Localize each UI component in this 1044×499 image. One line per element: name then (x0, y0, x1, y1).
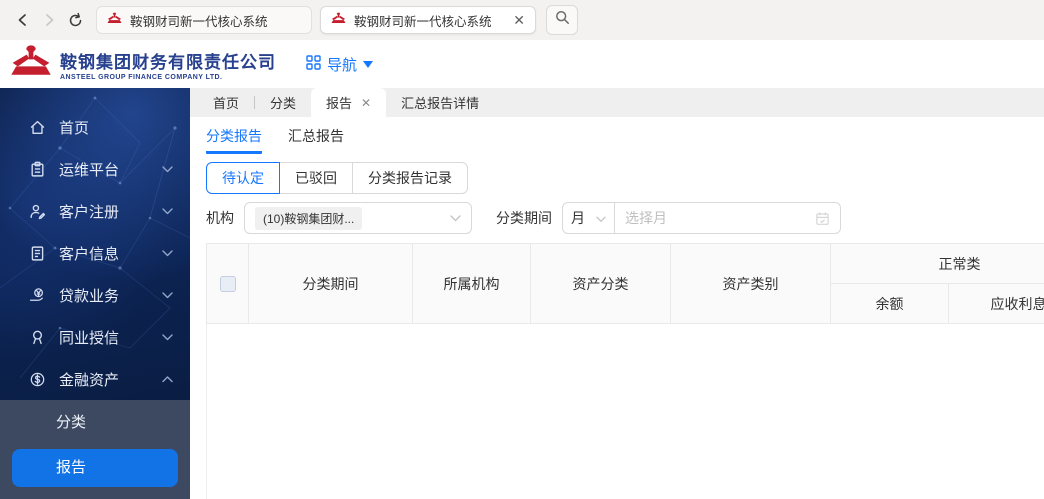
filter-report-records-button[interactable]: 分类报告记录 (352, 162, 468, 194)
page-tab-summary-report-detail[interactable]: 汇总报告详情 (386, 88, 494, 117)
nav-menu-button[interactable]: 导航 (306, 54, 374, 75)
sidebar-item-home[interactable]: 首页 (0, 106, 190, 148)
browser-toolbar: 鞍钢财司新一代核心系统 鞍钢财司新一代核心系统 ✕ (0, 0, 1044, 40)
page-tab-home[interactable]: 首页 (198, 88, 254, 117)
column-header-interest-receivable: 应收利息 (948, 283, 1044, 324)
period-unit-value: 月 (571, 210, 585, 226)
select-all-cell (206, 243, 249, 324)
browser-forward-icon[interactable] (36, 7, 62, 33)
financial-assets-submenu: 分类 报告 (0, 400, 190, 499)
sidebar-item-label: 客户注册 (59, 203, 120, 221)
sidebar-item-customer-register[interactable]: 客户注册 (0, 190, 190, 232)
page-tab-label: 分类 (270, 96, 297, 111)
query-form: 机构 (10)鞍钢集团财... 分类期间 月 选择月 (206, 202, 1044, 234)
column-header-period: 分类期间 (248, 243, 413, 324)
ansteel-logo-icon (107, 12, 122, 28)
subtab-classification-report[interactable]: 分类报告 (206, 126, 262, 154)
page-tab-report[interactable]: 报告 ✕ (311, 88, 387, 117)
page-tab-bar: 首页 分类 报告 ✕ 汇总报告详情 (190, 88, 1044, 117)
sidebar-item-ops-platform[interactable]: 运维平台 (0, 148, 190, 190)
sidebar-item-label: 贷款业务 (59, 287, 120, 305)
column-group-normal-class: 正常类 (830, 243, 1044, 284)
chevron-up-icon (162, 375, 173, 383)
company-logo (10, 44, 52, 85)
org-selected-value: (10)鞍钢集团财... (255, 206, 363, 230)
filter-rejected-button[interactable]: 已驳回 (279, 162, 353, 194)
sidebar-item-customer-info[interactable]: 客户信息 (0, 232, 190, 274)
chevron-down-icon (162, 291, 173, 299)
sidebar-item-loan-business[interactable]: 贷款业务 (0, 274, 190, 316)
content-area: 首页 分类 报告 ✕ 汇总报告详情 分类报告 汇总报告 待认定 已驳回 分类报告… (190, 88, 1044, 499)
sidebar: 首页 运维平台 客户注册 客户信息 贷款业务 同业授信 金融资产 分类 报告 (0, 88, 190, 499)
sidebar-subitem-classification[interactable]: 分类 (0, 401, 190, 445)
browser-back-icon[interactable] (10, 7, 36, 33)
page-tab-classification[interactable]: 分类 (255, 88, 311, 117)
chevron-down-icon (162, 249, 173, 257)
sidebar-item-financial-assets[interactable]: 金融资产 (0, 358, 190, 400)
home-icon (29, 119, 46, 136)
company-name-en: ANSTEEL GROUP FINANCE COMPANY LTD. (60, 73, 223, 81)
app-window: 鞍钢财司新一代核心系统 鞍钢财司新一代核心系统 ✕ 鞍钢集团财务有限责任公司 A… (0, 0, 1044, 499)
app-header: 鞍钢集团财务有限责任公司 ANSTEEL GROUP FINANCE COMPA… (0, 40, 1044, 88)
sidebar-item-label: 运维平台 (59, 161, 120, 179)
browser-tab-title: 鞍钢财司新一代核心系统 (130, 14, 268, 29)
tab-close-icon[interactable]: ✕ (513, 13, 525, 27)
column-header-balance: 余额 (830, 283, 949, 324)
sidebar-item-label: 客户信息 (59, 245, 120, 263)
filter-pending-button[interactable]: 待认定 (206, 162, 280, 194)
report-page-body: 分类报告 汇总报告 待认定 已驳回 分类报告记录 机构 (10)鞍钢集团财... (190, 117, 1044, 499)
month-picker-placeholder: 选择月 (625, 210, 667, 226)
sidebar-nav: 首页 运维平台 客户注册 客户信息 贷款业务 同业授信 金融资产 (0, 88, 190, 400)
company-name-zh: 鞍钢集团财务有限责任公司 (60, 52, 276, 72)
chevron-down-icon (162, 207, 173, 215)
org-select[interactable]: (10)鞍钢集团财... (244, 202, 472, 234)
period-unit-select[interactable]: 月 (562, 202, 615, 234)
table-empty-body (206, 324, 1044, 499)
caret-down-icon (363, 61, 374, 73)
ansteel-logo-icon (331, 12, 346, 28)
period-label: 分类期间 (496, 210, 552, 226)
sidebar-item-interbank-credit[interactable]: 同业授信 (0, 316, 190, 358)
close-icon[interactable]: ✕ (361, 97, 371, 109)
document-icon (29, 245, 46, 262)
chevron-down-icon (450, 214, 461, 222)
nav-menu-label: 导航 (327, 56, 358, 74)
column-header-asset-category: 资产类别 (670, 243, 831, 324)
chevron-down-icon (162, 333, 173, 341)
user-edit-icon (29, 203, 46, 220)
browser-search-button[interactable] (546, 5, 578, 35)
page-tab-label: 汇总报告详情 (401, 96, 480, 111)
chevron-down-icon (596, 210, 606, 226)
page-tab-label: 首页 (213, 96, 240, 111)
report-sub-tabs: 分类报告 汇总报告 (206, 126, 1044, 154)
sidebar-item-label: 首页 (59, 119, 90, 137)
report-table: 分类期间 所属机构 资产分类 资产类别 正常类 余额 应收利息 (206, 243, 1044, 499)
company-titles: 鞍钢集团财务有限责任公司 ANSTEEL GROUP FINANCE COMPA… (60, 48, 276, 81)
status-filter-group: 待认定 已驳回 分类报告记录 (206, 162, 1044, 194)
loan-yuan-icon (29, 287, 46, 304)
sidebar-item-label: 同业授信 (59, 329, 120, 347)
subtab-summary-report[interactable]: 汇总报告 (288, 126, 344, 154)
medal-icon (29, 329, 46, 346)
browser-tab-1[interactable]: 鞍钢财司新一代核心系统 (96, 6, 312, 34)
column-header-org: 所属机构 (412, 243, 531, 324)
browser-tab-title: 鞍钢财司新一代核心系统 (354, 14, 492, 29)
browser-tab-2[interactable]: 鞍钢财司新一代核心系统 ✕ (320, 6, 536, 34)
browser-reload-icon[interactable] (62, 7, 88, 33)
clipboard-icon (29, 161, 46, 178)
column-header-asset-classification: 资产分类 (530, 243, 671, 324)
org-label: 机构 (206, 210, 234, 226)
select-all-checkbox[interactable] (219, 276, 236, 293)
grid-icon (306, 54, 321, 74)
main-area: 首页 运维平台 客户注册 客户信息 贷款业务 同业授信 金融资产 分类 报告 首… (0, 88, 1044, 499)
page-tab-label: 报告 (326, 96, 353, 111)
sidebar-subitem-report[interactable]: 报告 (12, 449, 178, 487)
dollar-circle-icon (29, 371, 46, 388)
calendar-icon (815, 211, 830, 226)
search-icon (555, 10, 570, 30)
sidebar-item-label: 金融资产 (59, 371, 120, 389)
month-picker-input[interactable]: 选择月 (615, 202, 841, 234)
chevron-down-icon (162, 165, 173, 173)
